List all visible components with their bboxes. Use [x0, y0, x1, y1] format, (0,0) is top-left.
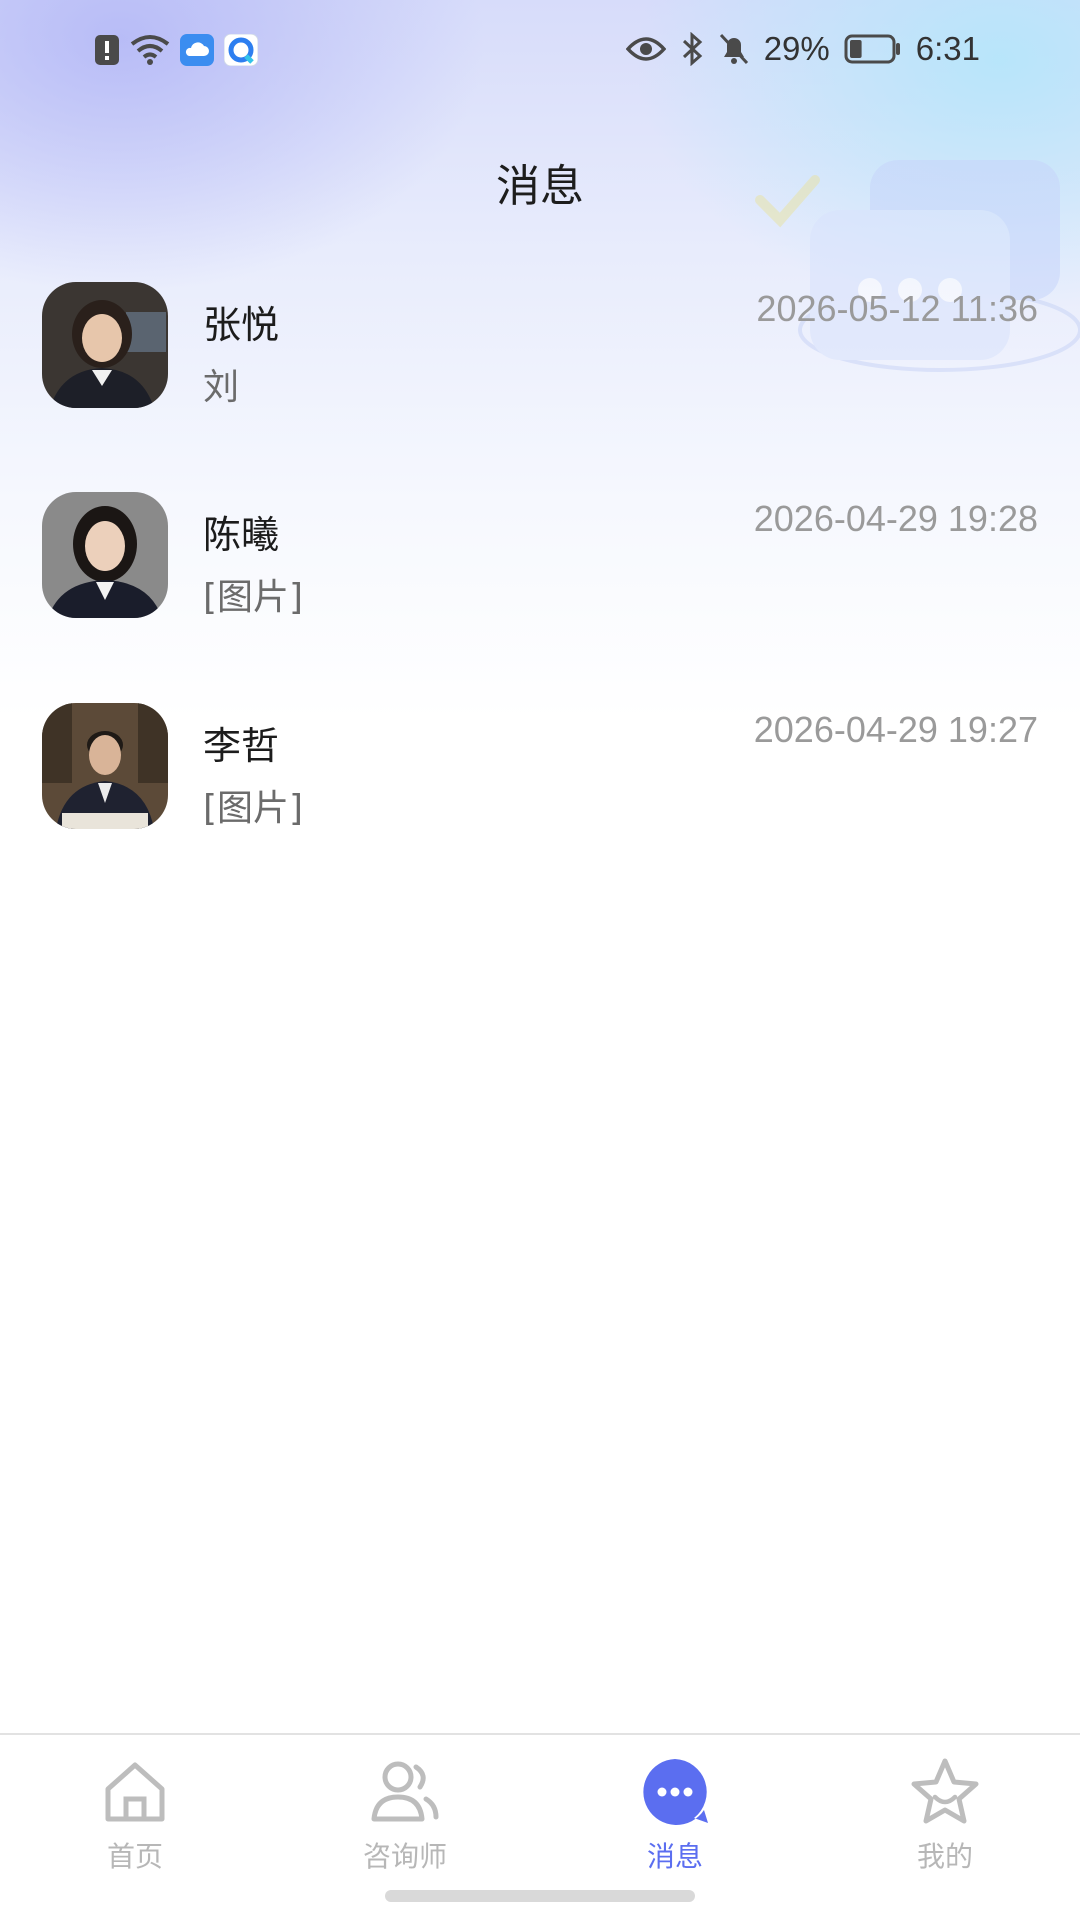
- battery-icon: [844, 34, 902, 64]
- conversation-item[interactable]: 张悦 刘 2026-05-12 11:36: [0, 282, 1080, 452]
- wifi-icon: [130, 34, 170, 66]
- message-preview: [图片]: [203, 788, 304, 829]
- avatar: [42, 492, 168, 618]
- message-preview: 刘: [203, 367, 240, 408]
- avatar: [42, 703, 168, 829]
- message-time: 2026-04-29 19:28: [753, 498, 1038, 539]
- chat-bubble-icon: [643, 1759, 708, 1825]
- star-icon: [911, 1758, 979, 1824]
- alert-icon: [94, 34, 120, 66]
- contact-name: 陈曦: [203, 513, 280, 557]
- tab-mine[interactable]: 我的: [845, 1755, 1045, 1875]
- people-icon: [371, 1761, 439, 1822]
- message-time: 2026-04-29 19:27: [753, 709, 1038, 750]
- message-preview: [图片]: [203, 577, 304, 618]
- mute-bell-icon: [718, 32, 750, 66]
- contact-name: 李哲: [203, 724, 280, 768]
- tab-label: 咨询师: [362, 1840, 447, 1873]
- home-indicator[interactable]: [385, 1890, 695, 1902]
- avatar: [42, 282, 168, 408]
- browser-app-icon: [224, 34, 258, 66]
- tab-label: 我的: [916, 1840, 973, 1873]
- tab-label: 首页: [106, 1840, 163, 1873]
- tab-home[interactable]: 首页: [35, 1755, 235, 1875]
- cloud-app-icon: [180, 34, 214, 66]
- clock: 6:31: [915, 30, 980, 67]
- message-time: 2026-05-12 11:36: [756, 288, 1038, 329]
- messages-screen: 29% 6:31 消息 张悦 刘 2026-05-12 11:36 陈曦 [图片…: [0, 0, 1080, 1920]
- contact-name: 张悦: [203, 303, 280, 347]
- tab-label: 消息: [646, 1840, 703, 1873]
- home-icon: [105, 1762, 165, 1822]
- status-bar: 29% 6:31: [0, 0, 1080, 108]
- battery-percent: 29%: [763, 30, 830, 67]
- conversation-item[interactable]: 李哲 [图片] 2026-04-29 19:27: [0, 703, 1080, 873]
- tab-counselor[interactable]: 咨询师: [305, 1755, 505, 1875]
- tab-messages[interactable]: 消息: [575, 1755, 775, 1875]
- bluetooth-icon: [680, 32, 704, 66]
- page-title: 消息: [496, 161, 584, 212]
- conversation-item[interactable]: 陈曦 [图片] 2026-04-29 19:28: [0, 492, 1080, 662]
- eye-icon: [625, 35, 666, 63]
